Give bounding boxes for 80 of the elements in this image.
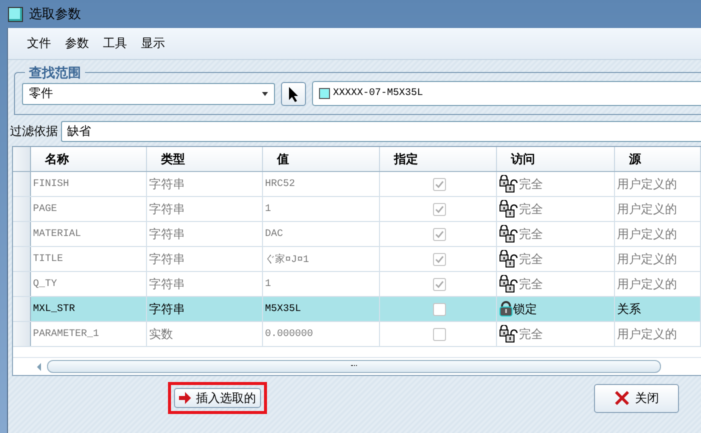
table-cell: FINISH bbox=[30, 172, 146, 196]
window-title: 选取参数 bbox=[29, 6, 81, 23]
column-header[interactable]: 类型 bbox=[146, 147, 262, 172]
filter-label: 过滤依据 bbox=[10, 123, 58, 140]
scroll-thumb[interactable] bbox=[47, 360, 661, 373]
table-cell: PAGE bbox=[30, 196, 146, 222]
checkbox[interactable] bbox=[432, 228, 446, 242]
column-header[interactable]: 指定 bbox=[380, 147, 496, 172]
unlocked-padlock-icon bbox=[499, 275, 519, 293]
table-cell: 字符串 bbox=[146, 196, 262, 222]
table-cell: 字符串 bbox=[146, 296, 262, 322]
unlocked-padlock-icon bbox=[499, 175, 519, 193]
table-cell: 用户定义的 bbox=[614, 196, 700, 222]
table-cell: DAC bbox=[262, 222, 380, 246]
table-cell: ぐ家¤J¤1 bbox=[262, 246, 380, 272]
checkbox[interactable] bbox=[432, 328, 446, 342]
row-header[interactable] bbox=[13, 196, 30, 222]
table-cell: 用户定义的 bbox=[614, 222, 700, 246]
table-cell: PARAMETER_1 bbox=[30, 322, 146, 346]
scope-dropdown[interactable]: 零件 bbox=[22, 82, 275, 104]
unlocked-padlock-icon bbox=[499, 325, 519, 343]
checkbox[interactable] bbox=[432, 178, 446, 192]
table-cell: M5X35L bbox=[262, 296, 380, 322]
caret-icon bbox=[262, 92, 268, 96]
table-cell: HRC52 bbox=[262, 172, 380, 196]
table-cell: 0.000000 bbox=[262, 322, 380, 346]
horizontal-scrollbar[interactable] bbox=[13, 357, 701, 375]
select-button[interactable] bbox=[281, 82, 306, 106]
padlock-icon bbox=[499, 301, 513, 317]
column-header[interactable]: 名称 bbox=[30, 147, 146, 172]
table-cell: 1 bbox=[262, 196, 380, 222]
row-header[interactable] bbox=[13, 272, 30, 296]
column-header[interactable]: 访问 bbox=[496, 147, 614, 172]
access-text: 完全 bbox=[519, 226, 543, 242]
part-icon bbox=[319, 88, 330, 99]
menu-item[interactable]: 文件 bbox=[27, 35, 51, 52]
table-cell: 字符串 bbox=[146, 246, 262, 272]
arrow-right-icon bbox=[179, 392, 191, 404]
filter-field[interactable]: 缺省 bbox=[61, 121, 701, 142]
table-cell: 字符串 bbox=[146, 222, 262, 246]
scroll-left-icon[interactable] bbox=[37, 362, 41, 370]
menu-item[interactable]: 工具 bbox=[103, 35, 127, 52]
table-cell: 用户定义的 bbox=[614, 246, 700, 272]
table-cell: MXL_STR bbox=[30, 296, 146, 322]
menu-item[interactable]: 显示 bbox=[141, 35, 165, 52]
pointer-icon bbox=[288, 86, 300, 102]
close-button[interactable]: 关闭 bbox=[594, 384, 679, 412]
column-header[interactable]: 值 bbox=[262, 147, 380, 172]
access-text: 完全 bbox=[519, 200, 543, 218]
table-cell: MATERIAL bbox=[30, 222, 146, 246]
unlocked-padlock-icon bbox=[499, 250, 519, 268]
unlocked-padlock-icon bbox=[499, 225, 519, 243]
menu-item[interactable]: 参数 bbox=[65, 35, 89, 52]
table-cell: 实数 bbox=[146, 322, 262, 346]
table-cell: TITLE bbox=[30, 246, 146, 272]
table-cell: 用户定义的 bbox=[614, 322, 700, 346]
checkbox[interactable] bbox=[432, 253, 446, 266]
checkbox[interactable] bbox=[432, 278, 446, 292]
access-text: 完全 bbox=[519, 276, 543, 292]
table-cell: 关系 bbox=[614, 296, 700, 322]
access-text: 完全 bbox=[519, 176, 543, 192]
access-text: 锁定 bbox=[513, 300, 537, 318]
app-icon bbox=[8, 6, 23, 22]
group-title: 查找范围 bbox=[25, 64, 85, 82]
checkbox[interactable] bbox=[432, 203, 446, 216]
row-header[interactable] bbox=[13, 322, 30, 346]
checkbox[interactable] bbox=[432, 303, 446, 316]
row-header[interactable] bbox=[13, 222, 30, 246]
access-text: 完全 bbox=[519, 326, 543, 342]
model-field[interactable]: XXXXX-07-M5X35L bbox=[312, 81, 701, 106]
table-cell: 用户定义的 bbox=[614, 172, 700, 196]
close-icon bbox=[614, 390, 630, 406]
table-cell: 字符串 bbox=[146, 172, 262, 196]
row-header[interactable] bbox=[13, 246, 30, 272]
access-text: 完全 bbox=[519, 250, 543, 268]
column-header[interactable]: 源 bbox=[614, 147, 700, 172]
row-header[interactable] bbox=[13, 296, 30, 322]
unlocked-padlock-icon bbox=[499, 200, 519, 218]
row-header[interactable] bbox=[13, 172, 30, 196]
insert-selected-button[interactable]: 插入选取的 bbox=[174, 388, 261, 408]
